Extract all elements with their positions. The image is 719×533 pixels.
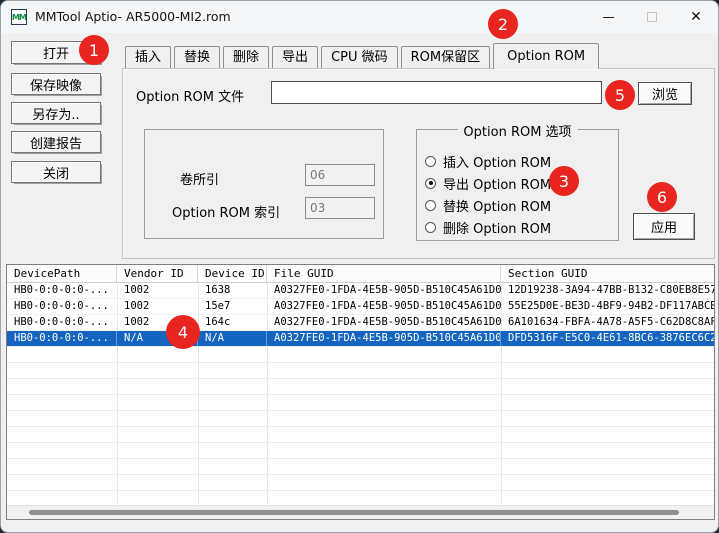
table-body: HB0-0:0-0:0-... 1002 1638 A0327FE0-1FDA-… (7, 283, 714, 505)
horizontal-scrollbar[interactable] (7, 505, 714, 519)
option-rom-table: DevicePath Vendor ID Device ID File GUID… (6, 264, 715, 520)
window-title: MMTool Aptio- AR5000-MI2.rom (35, 9, 231, 24)
table-row[interactable]: HB0-0:0-0:0-... 1002 164c A0327FE0-1FDA-… (7, 315, 714, 331)
browse-button[interactable]: 浏览 (638, 82, 692, 105)
tab-bar: 插入 替换 删除 导出 CPU 微码 ROM保留区 Option ROM (125, 43, 602, 69)
column-header-section-guid[interactable]: Section GUID (501, 265, 714, 283)
cell-device-path: HB0-0:0-0:0-... (7, 315, 117, 330)
tab-replace[interactable]: 替换 (174, 46, 220, 68)
cell-file-guid: A0327FE0-1FDA-4E5B-905D-B510C45A61D0 (267, 331, 501, 346)
close-icon: ✕ (690, 9, 702, 25)
empty-grid-area (7, 347, 714, 507)
app-icon: MM (11, 9, 27, 25)
close-file-button[interactable]: 关闭 (11, 161, 101, 183)
table-row-selected[interactable]: HB0-0:0-0:0-... N/A N/A A0327FE0-1FDA-4E… (7, 331, 714, 347)
cell-section-guid: 55E25D0E-BE3D-4BF9-94B2-DF117ABCBC1 (501, 299, 715, 314)
annotation-marker-4: 4 (166, 315, 200, 349)
options-group-title: Option ROM 选项 (457, 121, 577, 140)
cell-section-guid: 12D19238-3A94-47BB-B132-C80EB8E57F1 (501, 283, 715, 298)
radio-label: 导出 Option ROM (443, 174, 551, 193)
minimize-button[interactable] (586, 1, 630, 33)
annotation-number: 6 (657, 188, 667, 207)
annotation-marker-1: 1 (79, 35, 109, 65)
cell-section-guid: 6A101634-FBFA-4A78-A5F5-C62D8C8AFF6 (501, 315, 715, 330)
tab-option-rom[interactable]: Option ROM (493, 43, 599, 69)
option-rom-file-input[interactable] (271, 81, 602, 104)
cell-section-guid: DFD5316F-E5C0-4E61-8BC6-3876EC6C208 (501, 331, 715, 346)
table-row[interactable]: HB0-0:0-0:0-... 1002 15e7 A0327FE0-1FDA-… (7, 299, 714, 315)
cell-device-id: N/A (198, 331, 267, 346)
save-image-button[interactable]: 保存映像 (11, 73, 101, 95)
radio-icon (425, 200, 436, 211)
tab-rom-hole[interactable]: ROM保留区 (401, 46, 490, 68)
app-window: MM MMTool Aptio- AR5000-MI2.rom ✕ 打开 保存映… (0, 0, 719, 533)
minimize-icon (603, 17, 614, 18)
annotation-marker-2: 2 (488, 9, 518, 39)
annotation-number: 4 (178, 323, 188, 342)
option-rom-index-label: Option ROM 索引 (172, 202, 280, 221)
radio-label: 替换 Option ROM (443, 196, 551, 215)
cell-vendor-id: 1002 (117, 283, 198, 298)
table-header: DevicePath Vendor ID Device ID File GUID… (7, 265, 714, 283)
radio-icon-selected (425, 178, 436, 189)
tab-insert[interactable]: 插入 (125, 46, 171, 68)
radio-icon (425, 156, 436, 167)
cell-file-guid: A0327FE0-1FDA-4E5B-905D-B510C45A61D0 (267, 299, 501, 314)
maximize-icon (647, 12, 657, 22)
maximize-button[interactable] (630, 1, 674, 33)
radio-label: 删除 Option ROM (443, 218, 551, 237)
cell-device-path: HB0-0:0-0:0-... (7, 299, 117, 314)
annotation-number: 2 (498, 15, 508, 34)
index-group-box: 卷所引 Option ROM 索引 (144, 129, 384, 239)
radio-insert-option-rom[interactable]: 插入 Option ROM (425, 152, 551, 170)
tab-delete[interactable]: 删除 (223, 46, 269, 68)
cell-device-id: 15e7 (198, 299, 267, 314)
title-bar: MM MMTool Aptio- AR5000-MI2.rom ✕ (1, 1, 718, 33)
volume-index-field (305, 164, 375, 186)
radio-icon (425, 222, 436, 233)
save-as-button[interactable]: 另存为.. (11, 102, 101, 124)
option-rom-options-group: Option ROM 选项 插入 Option ROM 导出 Option RO… (416, 129, 619, 241)
annotation-marker-6: 6 (647, 182, 677, 212)
annotation-number: 1 (89, 41, 99, 60)
cell-file-guid: A0327FE0-1FDA-4E5B-905D-B510C45A61D0 (267, 315, 501, 330)
radio-replace-option-rom[interactable]: 替换 Option ROM (425, 196, 551, 214)
column-header-file-guid[interactable]: File GUID (267, 265, 501, 283)
column-header-vendor-id[interactable]: Vendor ID (117, 265, 198, 283)
cell-device-path: HB0-0:0-0:0-... (7, 283, 117, 298)
cell-device-id: 1638 (198, 283, 267, 298)
radio-label: 插入 Option ROM (443, 152, 551, 171)
tab-extract[interactable]: 导出 (272, 46, 318, 68)
option-rom-file-label: Option ROM 文件 (136, 86, 244, 105)
annotation-number: 3 (559, 172, 569, 191)
tab-cpu-microcode[interactable]: CPU 微码 (321, 46, 398, 68)
radio-delete-option-rom[interactable]: 删除 Option ROM (425, 218, 551, 236)
volume-index-label: 卷所引 (180, 169, 219, 188)
close-button[interactable]: ✕ (674, 1, 718, 33)
option-rom-index-field (305, 197, 375, 219)
annotation-marker-5: 5 (605, 80, 635, 110)
column-header-device-path[interactable]: DevicePath (7, 265, 117, 283)
table-row[interactable]: HB0-0:0-0:0-... 1002 1638 A0327FE0-1FDA-… (7, 283, 714, 299)
cell-vendor-id: 1002 (117, 299, 198, 314)
column-header-device-id[interactable]: Device ID (198, 265, 267, 283)
scrollbar-thumb[interactable] (29, 510, 679, 515)
create-report-button[interactable]: 创建报告 (11, 131, 101, 153)
apply-button[interactable]: 应用 (633, 213, 695, 240)
cell-device-path: HB0-0:0-0:0-... (7, 331, 117, 346)
cell-device-id: 164c (198, 315, 267, 330)
radio-extract-option-rom[interactable]: 导出 Option ROM (425, 174, 551, 192)
annotation-marker-3: 3 (549, 166, 579, 196)
cell-file-guid: A0327FE0-1FDA-4E5B-905D-B510C45A61D0 (267, 283, 501, 298)
annotation-number: 5 (615, 86, 625, 105)
